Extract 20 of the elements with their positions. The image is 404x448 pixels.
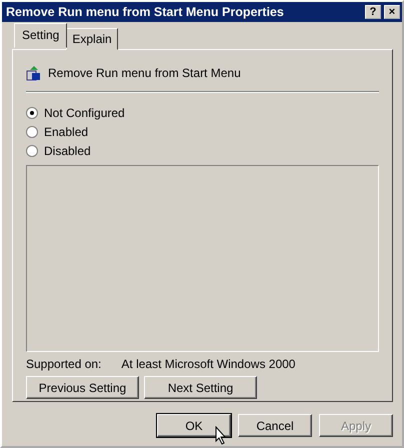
radio-button[interactable] [26,145,38,157]
tab[interactable]: Explain [66,28,118,50]
window-title: Remove Run menu from Start Menu Properties [6,4,284,21]
cursor-icon [215,426,227,445]
radio-label[interactable]: Disabled [44,142,91,160]
help-button[interactable]: ? [365,5,381,19]
supported-label: Supported on: [26,356,102,373]
dialog-button[interactable]: OK [157,414,231,437]
next-button[interactable]: Next Setting [144,376,257,399]
policy-name: Remove Run menu from Start Menu [48,65,241,82]
policy-icon [26,65,42,81]
radio-button[interactable] [26,107,38,119]
radio-button[interactable] [26,126,38,138]
supported-value: At least Microsoft Windows 2000 [121,356,296,373]
dialog-button[interactable]: Cancel [238,414,312,437]
previous-button[interactable]: Previous Setting [26,376,139,399]
tab[interactable]: Setting [14,23,68,48]
close-button[interactable]: × [384,5,400,19]
radio-label[interactable]: Enabled [44,123,88,141]
radio-label[interactable]: Not Configured [44,104,125,122]
